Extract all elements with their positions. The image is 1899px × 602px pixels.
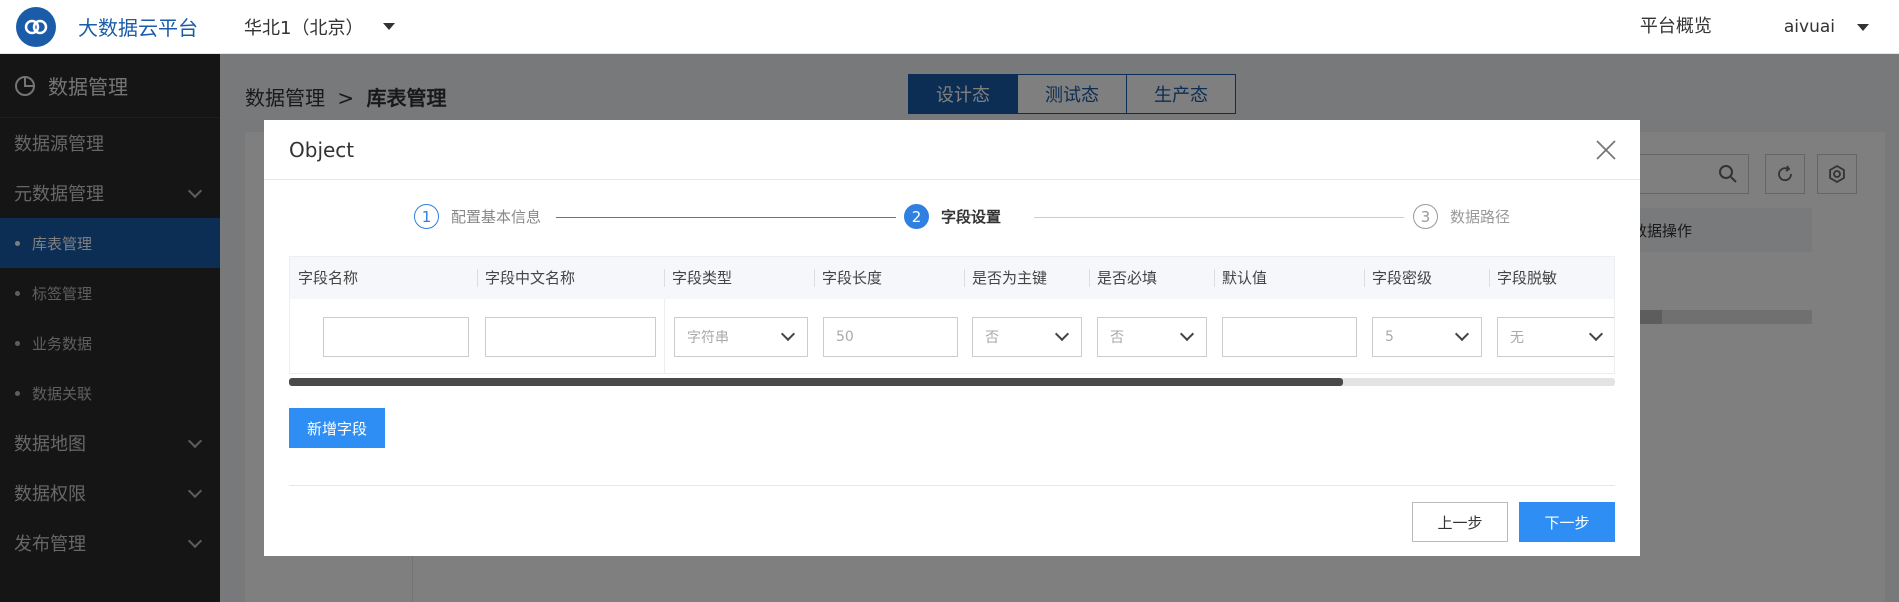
column-header: 字段脱敏 xyxy=(1497,269,1558,287)
column-header: 字段中文名称 xyxy=(485,269,576,287)
field-name-input[interactable] xyxy=(323,317,469,357)
chevron-down-icon xyxy=(1454,326,1470,342)
column-header: 是否为主键 xyxy=(972,269,1048,287)
step-basic-info: 1 配置基本信息 xyxy=(414,204,541,229)
top-bar: 大数据云平台 华北1（北京） 平台概览 aivuai xyxy=(0,0,1899,54)
column-header: 默认值 xyxy=(1222,269,1268,287)
caret-down-icon xyxy=(1857,23,1869,31)
table-horizontal-scrollbar[interactable] xyxy=(289,378,1615,386)
cloud-logo-icon[interactable] xyxy=(16,6,56,47)
field-length-value: 50 xyxy=(836,329,854,345)
platform-overview-link[interactable]: 平台概览 xyxy=(1640,12,1712,38)
column-header: 字段类型 xyxy=(672,269,733,287)
step-label: 数据路径 xyxy=(1450,208,1511,226)
step-indicator: 1 配置基本信息 2 字段设置 3 数据路径 xyxy=(414,204,1554,230)
region-label: 华北1（北京） xyxy=(244,17,364,39)
masking-value: 无 xyxy=(1510,330,1524,346)
username: aivuai xyxy=(1783,17,1835,37)
scrollbar-thumb[interactable] xyxy=(289,378,1343,386)
chevron-down-icon xyxy=(780,326,796,342)
region-selector[interactable]: 华北1（北京） xyxy=(244,14,396,40)
primary-key-select[interactable]: 否 xyxy=(972,317,1082,357)
step-connector xyxy=(556,217,896,218)
dialog-header: Object xyxy=(264,120,1640,180)
step-label: 字段设置 xyxy=(941,208,1002,226)
add-field-button[interactable]: 新增字段 xyxy=(289,408,385,448)
required-value: 否 xyxy=(1110,330,1124,346)
secret-level-select[interactable]: 5 xyxy=(1372,317,1482,357)
column-header: 是否必填 xyxy=(1097,269,1158,287)
step-number: 1 xyxy=(414,204,439,229)
field-table-header: 字段名称 字段中文名称 字段类型 字段长度 是否为主键 是否必填 默认值 字段密… xyxy=(290,257,1614,299)
object-dialog: Object 1 配置基本信息 2 字段设置 3 数据路径 字段名称 字段中文名… xyxy=(264,120,1640,556)
required-select[interactable]: 否 xyxy=(1097,317,1207,357)
dialog-divider xyxy=(289,485,1615,486)
brand-name: 大数据云平台 xyxy=(78,16,198,40)
field-type-value: 字符串 xyxy=(687,330,729,346)
column-header: 字段长度 xyxy=(822,269,883,287)
field-table: 字段名称 字段中文名称 字段类型 字段长度 是否为主键 是否必填 默认值 字段密… xyxy=(289,256,1615,374)
step-field-settings: 2 字段设置 xyxy=(904,204,1001,229)
field-length-input[interactable]: 50 xyxy=(823,317,958,357)
step-number: 3 xyxy=(1413,204,1438,229)
masking-select[interactable]: 无 xyxy=(1497,317,1614,357)
step-connector xyxy=(1034,217,1404,218)
field-cn-name-input[interactable] xyxy=(485,317,656,357)
column-header: 字段名称 xyxy=(298,269,359,287)
previous-step-button[interactable]: 上一步 xyxy=(1412,502,1508,542)
step-data-path: 3 数据路径 xyxy=(1413,204,1510,229)
chevron-down-icon xyxy=(1054,326,1070,342)
chevron-down-icon xyxy=(1179,326,1195,342)
primary-key-value: 否 xyxy=(985,330,999,346)
chevron-down-icon xyxy=(1588,326,1604,342)
next-step-button[interactable]: 下一步 xyxy=(1519,502,1615,542)
close-icon[interactable] xyxy=(1594,138,1618,162)
dialog-title: Object xyxy=(289,137,355,162)
step-number: 2 xyxy=(904,204,929,229)
column-header: 字段密级 xyxy=(1372,269,1433,287)
caret-down-icon xyxy=(383,23,396,30)
step-label: 配置基本信息 xyxy=(451,208,542,226)
default-value-input[interactable] xyxy=(1222,317,1357,357)
field-type-select[interactable]: 字符串 xyxy=(674,317,808,357)
user-menu[interactable]: aivuai xyxy=(1784,17,1869,37)
secret-level-value: 5 xyxy=(1385,329,1394,345)
